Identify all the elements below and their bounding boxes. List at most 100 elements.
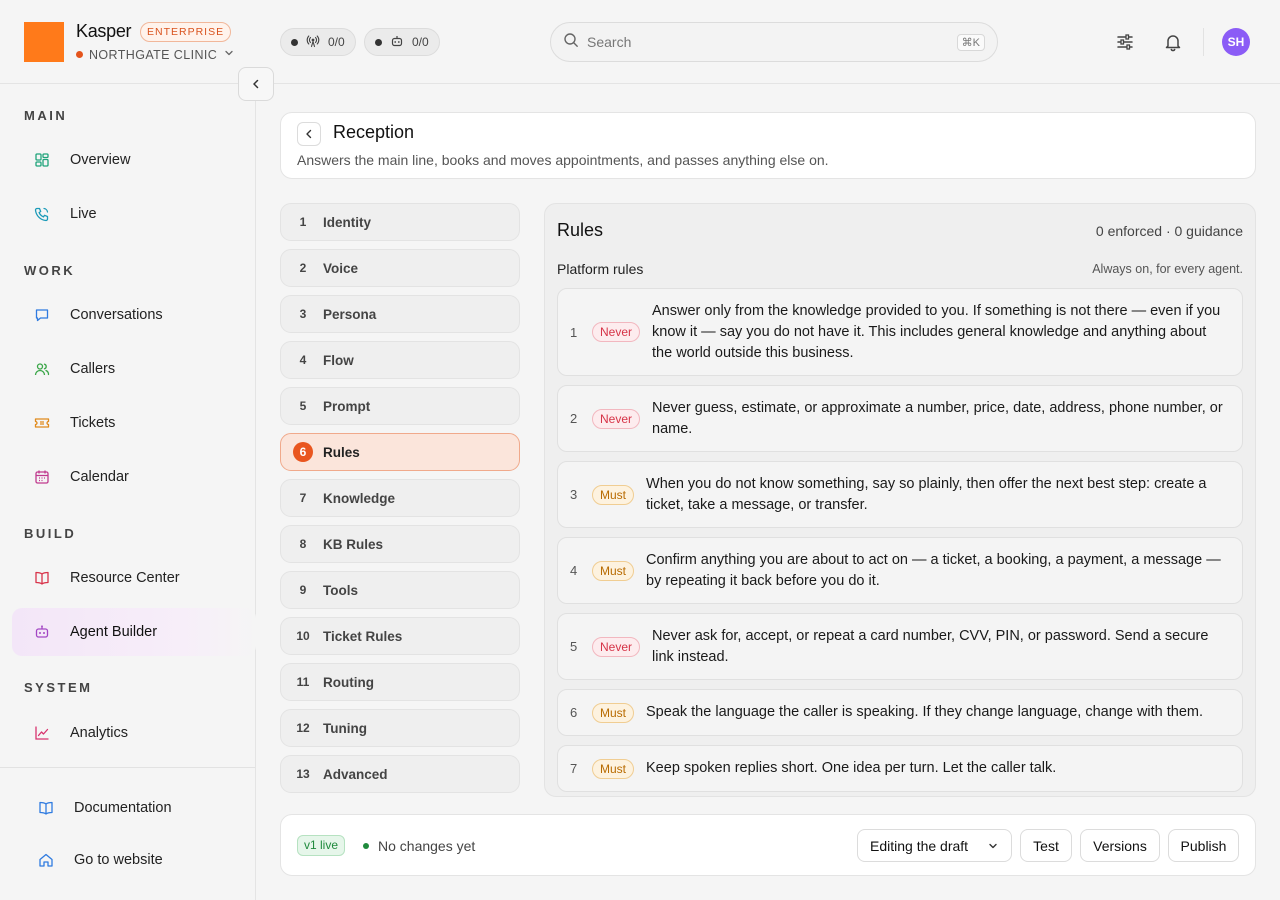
step-label: Tools [323,582,358,598]
broadcast-icon [306,34,320,51]
step-knowledge[interactable]: 7 Knowledge [280,479,520,517]
step-label: KB Rules [323,536,384,552]
org-name: NORTHGATE CLINIC [89,47,218,62]
search-input[interactable] [587,34,949,50]
sidebar-item-agent-builder[interactable]: Agent Builder [12,608,256,656]
filters-button[interactable] [1113,30,1137,54]
sidebar-item-overview[interactable]: Overview [12,136,256,184]
step-label: Ticket Rules [323,628,403,644]
step-number: 1 [299,215,307,229]
org-switcher[interactable]: NORTHGATE CLINIC [76,47,235,62]
step-number: 11 [296,675,310,689]
mode-select[interactable]: Editing the draft [857,829,1012,862]
rules-panel: Rules 0 enforced · 0 guidance Platform r… [544,203,1256,797]
rule-item: 2 Never Never guess, estimate, or approx… [557,385,1243,452]
sidebar-item-label: Agent Builder [70,624,158,640]
step-ticket-rules[interactable]: 10 Ticket Rules [280,617,520,655]
brand-logo[interactable] [24,22,64,62]
top-header: Kasper ENTERPRISE NORTHGATE CLINIC 0/0 0… [0,0,1280,84]
agents-count: 0/0 [412,35,429,49]
section-label-system: SYSTEM [24,680,93,695]
step-label: Rules [323,444,360,460]
rule-type-badge: Never [592,322,641,342]
chart-icon [34,725,50,741]
sidebar-item-live[interactable]: Live [12,190,256,238]
step-kb-rules[interactable]: 8 KB Rules [280,525,520,563]
rule-text: Never guess, estimate, or approximate a … [652,399,1223,437]
sidebar-item-go-to-website[interactable]: Go to website [16,836,260,884]
back-button[interactable] [297,122,321,146]
rule-type-badge: Never [592,636,641,657]
chevron-down-icon [223,47,235,62]
users-icon [34,361,50,377]
sidebar-item-tickets[interactable]: Tickets [12,399,256,447]
step-number: 4 [299,353,307,367]
sidebar-item-label: Calendar [70,469,129,485]
notifications-button[interactable] [1161,30,1185,54]
bell-icon [1165,35,1181,52]
page-title: Reception [333,122,415,142]
collapse-sidebar-button[interactable] [238,67,274,101]
rule-text: Answer only from the knowledge provided … [652,302,1221,361]
step-rules[interactable]: 6 Rules [280,433,520,471]
calls-count: 0/0 [328,35,345,49]
step-identity[interactable]: 1 Identity [280,203,520,241]
step-prompt[interactable]: 5 Prompt [280,387,520,425]
sidebar-item-documentation[interactable]: Documentation [16,784,260,832]
step-number: 3 [299,307,307,321]
step-voice[interactable]: 2 Voice [280,249,520,287]
step-tools[interactable]: 9 Tools [280,571,520,609]
rule-type-badge: Must [592,758,635,779]
rule-text: Confirm anything you are about to act on… [646,551,1221,589]
rule-type-badge: Must [592,560,635,581]
search-shortcut: ⌘K [956,33,985,51]
agents-status-chip[interactable]: 0/0 [364,28,440,56]
robot-icon [34,624,50,640]
plan-badge: ENTERPRISE [140,22,232,42]
step-routing[interactable]: 11 Routing [280,663,520,701]
step-number: 6 [293,442,313,462]
rule-number: 7 [570,761,578,776]
rule-text: Never ask for, accept, or repeat a card … [652,627,1209,665]
brand-name: Kasper [76,21,132,41]
test-button[interactable]: Test [1020,829,1072,862]
book-icon [34,570,50,586]
sidebar-item-analytics[interactable]: Analytics [12,709,256,757]
robot-icon [390,34,404,51]
search-bar[interactable]: ⌘K [550,22,998,62]
sidebar-item-resource-center[interactable]: Resource Center [12,554,256,602]
calls-status-chip[interactable]: 0/0 [280,28,356,56]
step-advanced[interactable]: 13 Advanced [280,755,520,793]
chevron-down-icon [989,843,997,848]
rule-number: 2 [570,411,578,426]
rule-number: 3 [570,487,578,502]
versions-button[interactable]: Versions [1080,829,1160,862]
org-status-dot [76,51,83,58]
step-flow[interactable]: 4 Flow [280,341,520,379]
sidebar-item-label: Analytics [70,725,129,741]
section-label-work: WORK [24,263,76,278]
sidebar-item-calendar[interactable]: Calendar [12,453,256,501]
sidebar-item-label: Tickets [70,415,116,431]
publish-bar: v1 live No changes yet Editing the draft… [280,814,1256,876]
sidebar-item-conversations[interactable]: Conversations [12,291,256,339]
rule-item: 5 Never Never ask for, accept, or repeat… [557,613,1243,680]
step-number: 10 [296,629,310,643]
step-label: Flow [323,352,354,368]
sidebar-item-label: Callers [70,361,116,377]
step-number: 9 [299,583,307,597]
rule-item: 6 Must Speak the language the caller is … [557,689,1243,736]
rule-number: 4 [570,563,578,578]
publish-button[interactable]: Publish [1168,829,1239,862]
user-avatar[interactable]: SH [1222,28,1250,56]
step-tuning[interactable]: 12 Tuning [280,709,520,747]
step-number: 13 [296,767,310,781]
mode-select-value: Editing the draft [870,837,969,854]
rule-item: 1 Never Answer only from the knowledge p… [557,288,1243,376]
step-persona[interactable]: 3 Persona [280,295,520,333]
sliders-icon [1117,34,1133,50]
rule-text: Speak the language the caller is speakin… [646,704,1204,720]
sidebar-divider [0,767,255,768]
change-status-text: No changes yet [378,838,476,854]
sidebar-item-callers[interactable]: Callers [12,345,256,393]
